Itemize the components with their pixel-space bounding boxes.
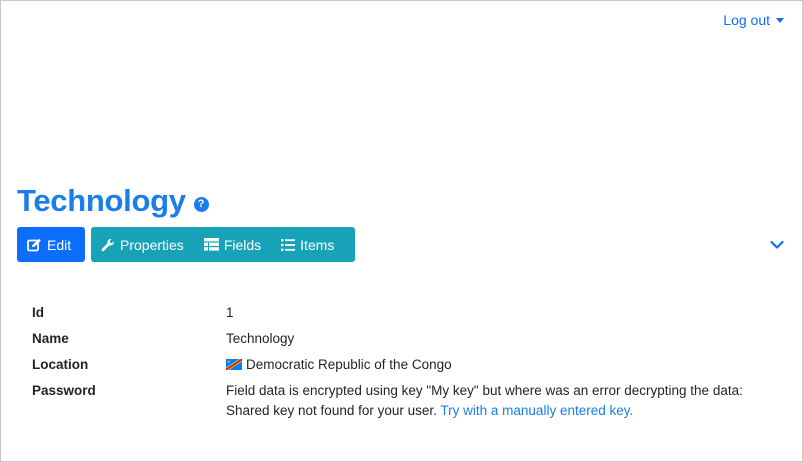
properties-button[interactable]: Properties bbox=[101, 237, 184, 253]
wrench-icon bbox=[101, 238, 115, 252]
location-text: Democratic Republic of the Congo bbox=[246, 357, 452, 372]
table-icon bbox=[203, 238, 219, 251]
flag-drc-icon bbox=[226, 356, 242, 370]
items-button[interactable]: Items bbox=[281, 237, 334, 253]
user-menu[interactable]: Log out bbox=[723, 12, 784, 28]
fields-label: Fields bbox=[223, 236, 262, 253]
detail-value: Technology bbox=[226, 331, 295, 346]
detail-row-id: Id 1 bbox=[32, 303, 772, 323]
logout-link[interactable]: Log out bbox=[723, 12, 770, 28]
detail-row-location: Location Democratic Republic of the Cong… bbox=[32, 355, 772, 375]
chevron-down-icon[interactable] bbox=[770, 237, 784, 255]
details-list: Id 1 Name Technology Location Democratic… bbox=[32, 303, 772, 427]
detail-label: Location bbox=[32, 357, 89, 372]
manual-key-link[interactable]: Try with a manually entered key. bbox=[440, 403, 633, 418]
pen-square-icon bbox=[27, 238, 42, 252]
action-button-group: Properties Fields Items bbox=[91, 227, 355, 262]
fields-button[interactable]: Fields bbox=[203, 236, 262, 253]
caret-down-icon[interactable] bbox=[776, 18, 784, 23]
toolbar: Edit Properties Fields Items bbox=[17, 227, 355, 262]
help-icon[interactable]: ? bbox=[193, 196, 209, 212]
detail-value: Democratic Republic of the Congo bbox=[226, 355, 772, 375]
page-title: Technology bbox=[17, 183, 186, 218]
page-header: Technology ? bbox=[17, 182, 209, 220]
detail-label: Name bbox=[32, 331, 69, 346]
detail-value: 1 bbox=[226, 305, 234, 320]
items-label: Items bbox=[300, 236, 335, 253]
detail-label: Password bbox=[32, 383, 96, 398]
detail-label: Id bbox=[32, 305, 44, 320]
properties-label: Properties bbox=[120, 236, 184, 253]
list-icon bbox=[281, 238, 296, 251]
edit-button[interactable]: Edit bbox=[17, 227, 85, 262]
detail-row-name: Name Technology bbox=[32, 329, 772, 349]
edit-label: Edit bbox=[47, 236, 72, 253]
page-frame: Log out Technology ? Edit Properties Fie… bbox=[0, 0, 803, 462]
detail-value: Field data is encrypted using key "My ke… bbox=[226, 381, 772, 421]
detail-row-password: Password Field data is encrypted using k… bbox=[32, 381, 772, 421]
